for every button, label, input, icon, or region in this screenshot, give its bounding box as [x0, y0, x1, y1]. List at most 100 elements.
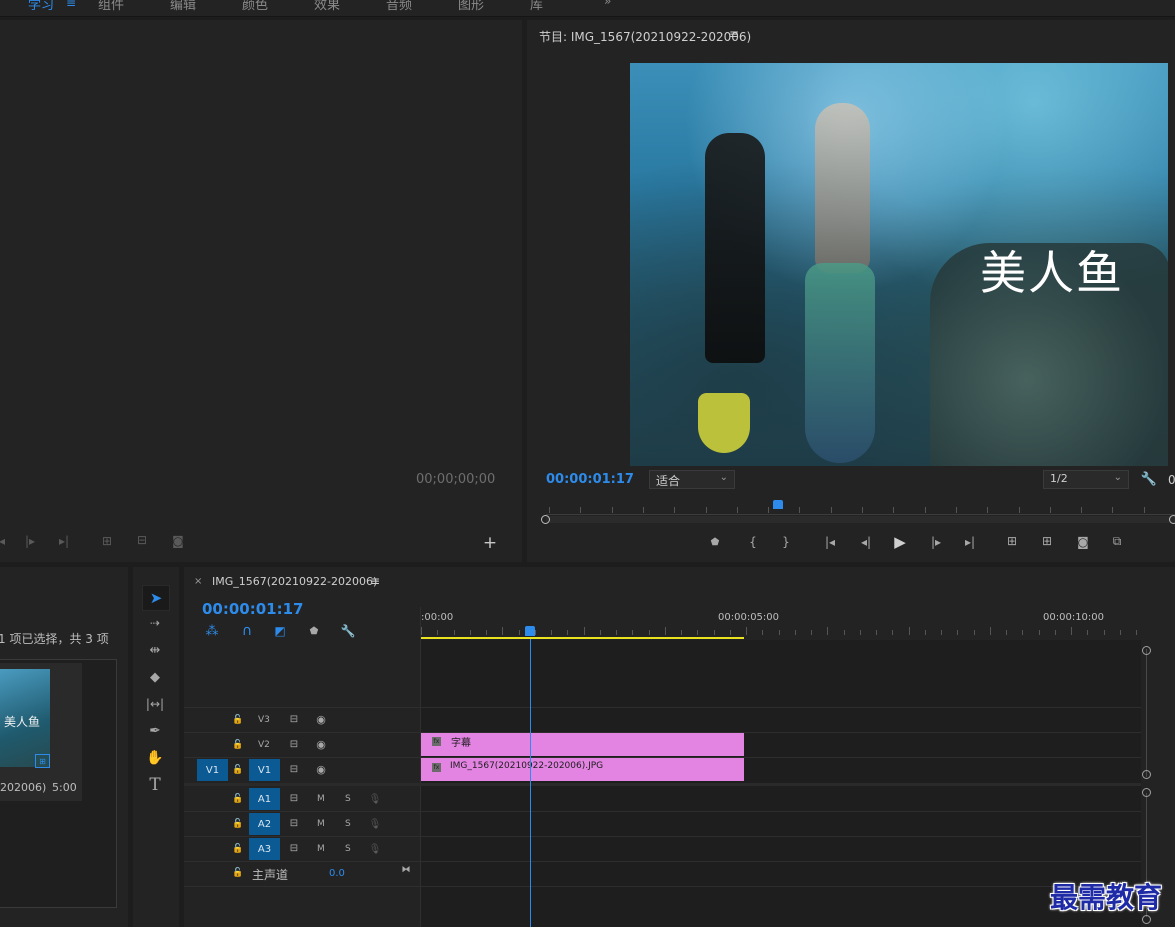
track-label-v2[interactable]: V2 [258, 740, 270, 750]
scroll-handle[interactable] [1142, 915, 1151, 924]
video-vertical-scrollbar[interactable] [1146, 649, 1147, 777]
insert-icon[interactable]: ⊞ [97, 534, 117, 548]
add-marker-icon[interactable]: ⬟ [307, 624, 321, 638]
menu-item-audio[interactable]: 音频 [386, 0, 412, 13]
panel-menu-icon[interactable]: ≡ [729, 27, 739, 41]
hand-tool-icon[interactable]: ✋ [145, 748, 165, 768]
sync-lock-icon[interactable]: ⊟ [286, 792, 302, 804]
sync-lock-icon[interactable]: ⊟ [286, 738, 302, 750]
solo-button[interactable]: S [345, 794, 351, 804]
sync-lock-icon[interactable]: ⊟ [286, 763, 302, 775]
timeline-clip-image[interactable]: fx IMG_1567(20210922-202006).JPG [421, 758, 744, 781]
step-forward-icon[interactable]: |▸ [22, 534, 38, 548]
timeline-tab-title[interactable]: IMG_1567(20210922-202006) [212, 575, 377, 588]
mute-button[interactable]: M [317, 844, 325, 854]
scroll-handle[interactable] [1142, 788, 1151, 797]
menu-item-color[interactable]: 颜色 [242, 0, 268, 13]
lock-track-icon[interactable]: 🔓 [232, 764, 244, 776]
step-forward-icon[interactable]: |▸ [927, 535, 945, 549]
export-frame-icon[interactable]: ◙ [169, 534, 187, 548]
lock-track-icon[interactable]: 🔓 [232, 793, 244, 805]
go-to-end-icon[interactable]: ⧓ [399, 864, 413, 876]
go-to-out-icon[interactable]: ▸| [960, 535, 980, 549]
type-tool-icon[interactable]: T [145, 775, 165, 795]
menu-item-editing[interactable]: 编辑 [170, 0, 196, 13]
menu-icon[interactable]: ≡ [66, 0, 76, 10]
master-volume-value[interactable]: 0.0 [329, 868, 345, 879]
pen-tool-icon[interactable]: ✒ [145, 721, 165, 741]
more-workspaces-icon[interactable]: » [604, 0, 611, 8]
menu-item-graphics[interactable]: 图形 [458, 0, 484, 13]
menu-item-effects[interactable]: 效果 [314, 0, 340, 13]
extract-icon[interactable]: ⊞ [1036, 533, 1058, 549]
add-button-icon[interactable]: + [482, 533, 498, 553]
toggle-output-eye-icon[interactable]: ◉ [313, 763, 329, 776]
timeline-clip-subtitle[interactable]: fx 字幕 [421, 733, 744, 756]
comparison-view-icon[interactable]: ⧉ [1107, 533, 1127, 549]
panel-menu-icon[interactable]: ≡ [370, 574, 380, 588]
toggle-output-eye-icon[interactable]: ◉ [313, 738, 329, 751]
solo-button[interactable]: S [345, 819, 351, 829]
resolution-select[interactable]: 1/2 ⌄ [1043, 470, 1129, 489]
play-icon[interactable]: ▶ [891, 533, 909, 551]
add-marker-icon[interactable]: ⬟ [708, 535, 722, 549]
zoom-handle-right[interactable] [1169, 515, 1175, 524]
clip-card[interactable]: 美人鱼 ⊞ 202006) 5:00 [0, 663, 82, 801]
source-patch-v1[interactable]: V1 [197, 759, 228, 781]
scroll-handle[interactable] [1142, 646, 1151, 655]
solo-button[interactable]: S [345, 844, 351, 854]
step-back-icon[interactable]: ◂| [857, 535, 875, 549]
playhead-handle-icon[interactable] [525, 626, 535, 636]
selection-tool-icon[interactable]: ➤ [142, 585, 170, 611]
menu-item-assembly[interactable]: 组件 [98, 0, 124, 13]
mute-button[interactable]: M [317, 794, 325, 804]
zoom-handle-left[interactable] [541, 515, 550, 524]
scroll-handle[interactable] [1142, 770, 1151, 779]
track-target-a2[interactable]: A2 [249, 813, 280, 835]
timeline-timecode[interactable]: 00:00:01:17 [202, 600, 304, 618]
nest-sequence-icon[interactable]: ⁂ [204, 623, 220, 639]
settings-wrench-icon[interactable]: 🔧 [1141, 471, 1157, 487]
mute-button[interactable]: M [317, 819, 325, 829]
mark-in-icon[interactable]: { [746, 535, 760, 549]
program-timecode[interactable]: 00:00:01:17 [546, 472, 634, 487]
lift-icon[interactable]: ⊞ [1001, 533, 1023, 549]
slip-tool-icon[interactable]: |↔| [145, 694, 165, 714]
menu-item-libraries[interactable]: 库 [530, 0, 543, 13]
lock-track-icon[interactable]: 🔓 [232, 714, 244, 726]
sync-lock-icon[interactable]: ⊟ [286, 817, 302, 829]
overwrite-icon[interactable]: ⊟ [132, 532, 152, 548]
close-tab-icon[interactable]: × [194, 576, 202, 587]
track-select-tool-icon[interactable]: ⇢ [145, 613, 165, 633]
track-target-a1[interactable]: A1 [249, 788, 280, 810]
mark-out-icon[interactable]: ◂ [0, 534, 8, 548]
voiceover-mic-icon[interactable]: 🎙 [369, 792, 382, 806]
go-to-in-icon[interactable]: |◂ [820, 535, 840, 549]
program-ruler[interactable] [541, 494, 1175, 524]
clip-thumbnail[interactable]: 美人鱼 [0, 669, 50, 767]
ripple-edit-tool-icon[interactable]: ⇹ [145, 640, 165, 660]
program-monitor-title[interactable]: 节目: IMG_1567(20210922-202006) [539, 28, 751, 45]
sync-lock-icon[interactable]: ⊟ [286, 713, 302, 725]
track-target-a3[interactable]: A3 [249, 838, 280, 860]
snap-magnet-icon[interactable]: ∩ [239, 623, 255, 639]
timeline-ruler[interactable]: :00:00 00:00:05:00 00:00:10:00 [421, 607, 1141, 640]
playhead-line[interactable] [530, 639, 531, 927]
menu-item-learn[interactable]: 学习 [28, 0, 54, 13]
voiceover-mic-icon[interactable]: 🎙 [369, 817, 382, 831]
lock-track-icon[interactable]: 🔓 [232, 843, 244, 855]
lock-track-icon[interactable]: 🔓 [232, 739, 244, 751]
zoom-level-select[interactable]: 适合 ⌄ [649, 470, 735, 489]
voiceover-mic-icon[interactable]: 🎙 [369, 842, 382, 856]
timeline-settings-wrench-icon[interactable]: 🔧 [340, 623, 356, 639]
razor-tool-icon[interactable]: ◆ [145, 667, 165, 687]
mark-out-icon[interactable]: } [779, 535, 793, 549]
track-target-v1[interactable]: V1 [249, 759, 280, 781]
go-to-out-icon[interactable]: ▸| [55, 534, 73, 548]
sync-lock-icon[interactable]: ⊟ [286, 842, 302, 854]
lock-track-icon[interactable]: 🔓 [232, 867, 244, 879]
toggle-output-eye-icon[interactable]: ◉ [313, 713, 329, 726]
work-area-bar[interactable] [421, 637, 744, 639]
linked-selection-icon[interactable]: ◩ [272, 623, 288, 639]
lock-track-icon[interactable]: 🔓 [232, 818, 244, 830]
